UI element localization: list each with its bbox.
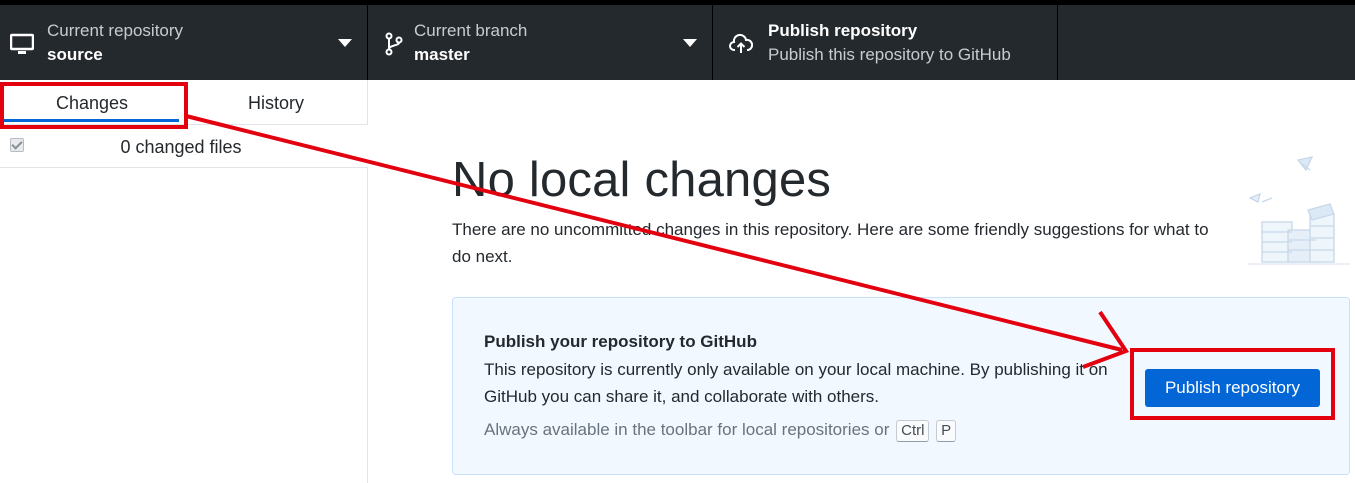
branch-title: Current branch [414, 21, 528, 40]
cloud-upload-icon [729, 33, 753, 53]
sidebar: Changes History 0 changed files [0, 80, 368, 483]
top-toolbar: Current repository source Current branch… [0, 0, 1355, 80]
publish-repository-toolbar-button[interactable]: Publish repository Publish this reposito… [713, 5, 1058, 80]
desktop-icon [10, 33, 34, 54]
annotation-box-changes-tab [0, 82, 188, 129]
publish-title: Publish repository [768, 21, 918, 40]
current-repository-dropdown[interactable]: Current repository source [0, 5, 368, 80]
shortcut-key-ctrl: Ctrl [896, 420, 930, 442]
shortcut-key-p: P [936, 420, 957, 442]
tab-history-label: History [247, 93, 304, 113]
changed-files-header: 0 changed files [0, 125, 368, 168]
publish-hint-text: Always available in the toolbar for loca… [484, 420, 890, 439]
changed-files-count: 0 changed files [120, 137, 242, 157]
publish-card-hint: Always available in the toolbar for loca… [484, 420, 957, 442]
page-title: No local changes [452, 153, 832, 207]
publish-subtitle: Publish this repository to GitHub [768, 45, 1011, 64]
publish-card-text: This repository is currently only availa… [484, 360, 1108, 406]
current-branch-dropdown[interactable]: Current branch master [368, 5, 713, 80]
chevron-down-icon [683, 39, 697, 47]
branch-icon [385, 32, 403, 56]
branch-name: master [414, 45, 470, 64]
repository-title: Current repository [47, 21, 184, 40]
chevron-down-icon [338, 39, 352, 47]
illustration [1248, 156, 1350, 265]
annotation-box-publish-button [1130, 348, 1335, 420]
repository-name: source [47, 45, 103, 64]
tab-history[interactable]: History [184, 80, 368, 124]
page-description: There are no uncommitted changes in this… [452, 220, 1209, 266]
publish-card-title: Publish your repository to GitHub [484, 332, 757, 351]
